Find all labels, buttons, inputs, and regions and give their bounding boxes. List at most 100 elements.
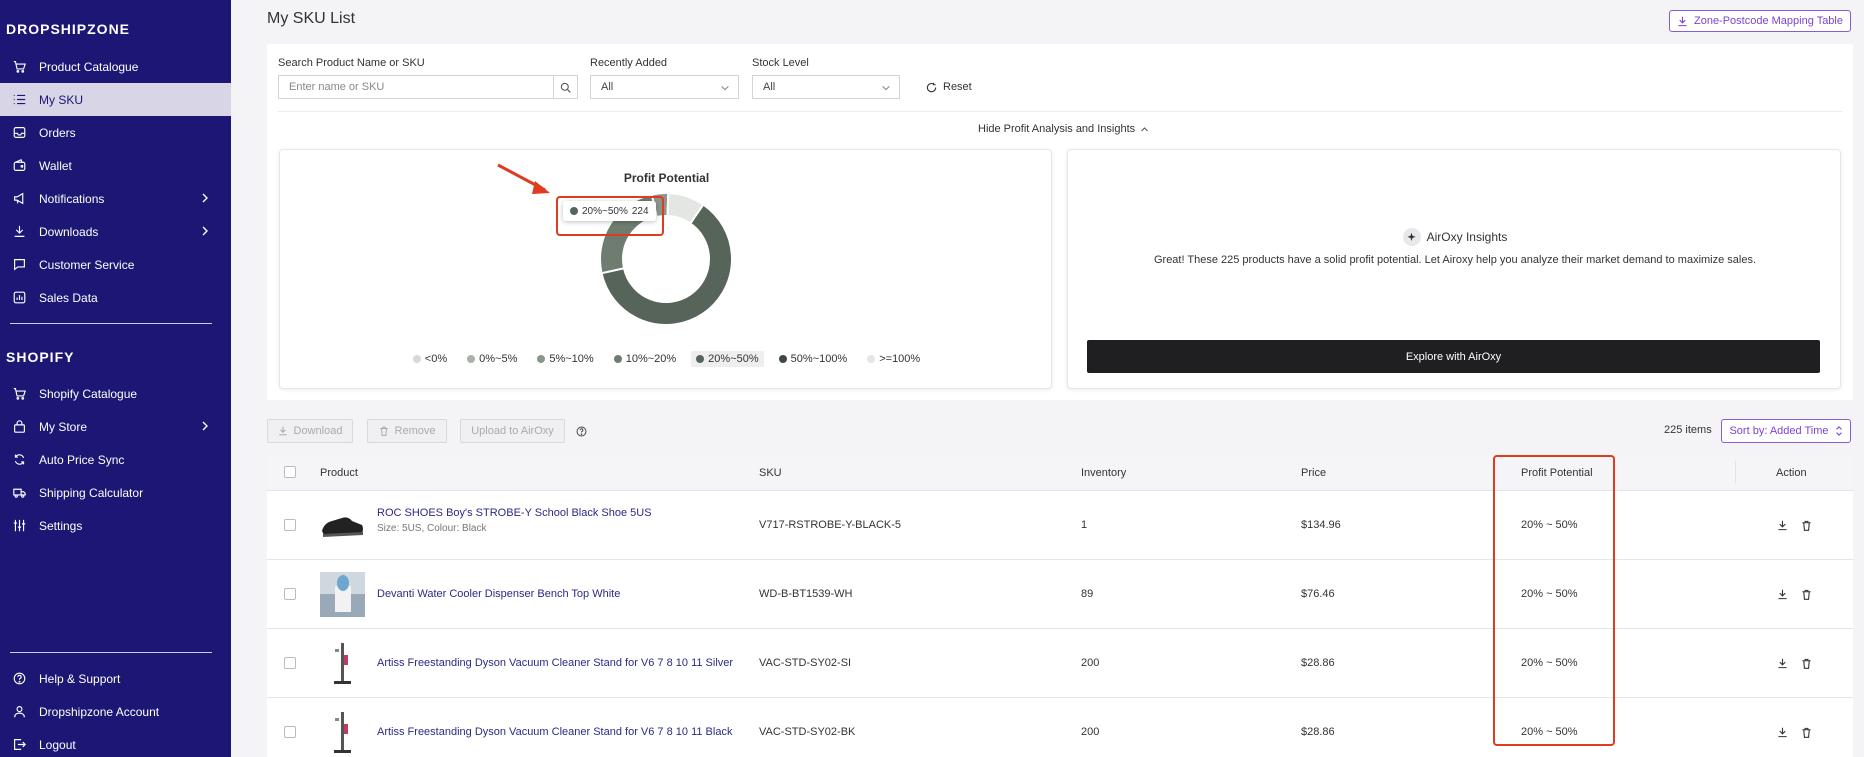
sidebar-item-auto-price-sync[interactable]: Auto Price Sync	[0, 443, 231, 476]
chart-legend: <0% 0%~5% 5%~10% 10%~20% 20%~50% 50%~100% >=10…	[280, 351, 1053, 367]
product-thumbnail-vacuum-stand	[334, 643, 351, 684]
sidebar-item-my-sku[interactable]: My SKU	[0, 83, 231, 116]
help-icon[interactable]	[576, 426, 587, 437]
inbox-icon	[10, 124, 28, 142]
search-button[interactable]	[553, 75, 578, 99]
product-cell: Artiss Freestanding Dyson Vacuum Cleaner…	[377, 657, 733, 669]
legend-item[interactable]: 50%~100%	[774, 351, 853, 367]
sidebar-divider	[10, 323, 212, 324]
download-icon[interactable]	[1777, 658, 1788, 669]
row-checkbox[interactable]	[284, 588, 296, 600]
sidebar-item-label: Shipping Calculator	[39, 485, 144, 500]
explore-airoxy-button[interactable]: Explore with AirOxy	[1087, 340, 1820, 373]
sidebar-item-label: Shopify Catalogue	[39, 386, 138, 401]
sidebar-item-wallet[interactable]: Wallet	[0, 149, 231, 182]
sidebar-item-my-store[interactable]: My Store	[0, 410, 231, 443]
remove-button[interactable]: Remove	[367, 419, 447, 443]
sidebar-item-label: Sales Data	[39, 290, 98, 305]
trash-icon[interactable]	[1801, 589, 1812, 600]
product-cell: Artiss Freestanding Dyson Vacuum Cleaner…	[377, 726, 732, 738]
legend-item[interactable]: >=100%	[862, 351, 925, 367]
download-icon[interactable]	[1777, 520, 1788, 531]
sidebar-item-logout[interactable]: Logout	[0, 728, 231, 757]
sidebar-item-account[interactable]: Dropshipzone Account	[0, 695, 231, 728]
sidebar-item-label: Logout	[39, 737, 76, 752]
user-icon	[10, 703, 28, 721]
stock-level-select[interactable]: All	[752, 75, 900, 99]
product-name-link[interactable]: ROC SHOES Boy's STROBE-Y School Black Sh…	[377, 507, 652, 519]
sidebar-item-notifications[interactable]: Notifications	[0, 182, 231, 215]
sidebar-item-shopify-catalogue[interactable]: Shopify Catalogue	[0, 377, 231, 410]
sort-icon	[1835, 426, 1842, 436]
sidebar-item-shipping-calculator[interactable]: Shipping Calculator	[0, 476, 231, 509]
chevron-down-icon	[721, 85, 729, 91]
search-icon	[560, 82, 571, 93]
row-checkbox[interactable]	[284, 657, 296, 669]
chevron-right-icon	[202, 421, 208, 431]
trash-icon	[379, 426, 388, 436]
sidebar-item-customer-service[interactable]: Customer Service	[0, 248, 231, 281]
product-cell: ROC SHOES Boy's STROBE-Y School Black Sh…	[377, 507, 652, 534]
recently-added-select[interactable]: All	[590, 75, 739, 99]
trash-icon[interactable]	[1801, 520, 1812, 531]
sort-select[interactable]: Sort by: Added Time	[1721, 419, 1851, 443]
truck-icon	[10, 484, 28, 502]
bar-chart-icon	[10, 289, 28, 307]
trash-icon[interactable]	[1801, 727, 1812, 738]
items-count: 225 items	[1664, 424, 1712, 436]
legend-item[interactable]: 10%~20%	[609, 351, 681, 367]
download-label: Download	[293, 425, 343, 437]
select-all-checkbox[interactable]	[284, 466, 296, 478]
download-icon[interactable]	[1777, 727, 1788, 738]
product-name-link[interactable]: Artiss Freestanding Dyson Vacuum Cleaner…	[377, 657, 733, 669]
recently-added-value: All	[601, 81, 614, 93]
sliders-icon	[10, 517, 28, 535]
search-input[interactable]: Enter name or SKU	[278, 75, 554, 99]
sidebar-item-label: My SKU	[39, 92, 84, 107]
brand-logo: DROPSHIPZONE	[6, 21, 131, 37]
sidebar: DROPSHIPZONE Product Catalogue My SKU Or…	[0, 0, 231, 757]
sidebar-item-orders[interactable]: Orders	[0, 116, 231, 149]
annotation-arrow	[497, 163, 550, 194]
legend-item[interactable]: 5%~10%	[532, 351, 598, 367]
chat-icon	[10, 256, 28, 274]
cart-icon	[10, 385, 28, 403]
sidebar-item-downloads[interactable]: Downloads	[0, 215, 231, 248]
sku-table: Product SKU Inventory Price Profit Poten…	[267, 455, 1853, 757]
price-cell: $76.46	[1301, 588, 1335, 600]
download-button[interactable]: Download	[267, 419, 353, 443]
header-price: Price	[1301, 466, 1327, 479]
product-variant: Size: 5US, Colour: Black	[377, 523, 487, 534]
legend-label: 20%~50%	[708, 353, 759, 365]
upload-airoxy-button[interactable]: Upload to AirOxy	[460, 419, 565, 443]
legend-item[interactable]: <0%	[408, 351, 452, 367]
table-row: Artiss Freestanding Dyson Vacuum Cleaner…	[267, 628, 1853, 697]
sidebar-item-help-support[interactable]: Help & Support	[0, 662, 231, 695]
download-icon	[1678, 16, 1687, 26]
toggle-insights-button[interactable]: Hide Profit Analysis and Insights	[978, 123, 1149, 135]
zone-postcode-mapping-button[interactable]: Zone-Postcode Mapping Table	[1669, 10, 1851, 32]
row-checkbox[interactable]	[284, 519, 296, 531]
sidebar-item-label: Auto Price Sync	[39, 452, 125, 467]
stock-level-value: All	[763, 81, 776, 93]
sidebar-item-settings[interactable]: Settings	[0, 509, 231, 542]
legend-item[interactable]: 20%~50%	[691, 351, 764, 367]
product-name-link[interactable]: Devanti Water Cooler Dispenser Bench Top…	[377, 588, 620, 600]
reset-button[interactable]: Reset	[926, 81, 972, 93]
sidebar-item-sales-data[interactable]: Sales Data	[0, 281, 231, 314]
download-icon	[10, 223, 28, 241]
inventory-cell: 200	[1081, 726, 1100, 738]
insights-text: Great! These 225 products have a solid p…	[1153, 254, 1757, 266]
inventory-cell: 1	[1081, 519, 1088, 531]
trash-icon[interactable]	[1801, 658, 1812, 669]
sidebar-item-product-catalogue[interactable]: Product Catalogue	[0, 50, 231, 83]
product-thumbnail-water-cooler	[320, 572, 365, 617]
search-label: Search Product Name or SKU	[278, 57, 425, 69]
legend-item[interactable]: 0%~5%	[462, 351, 522, 367]
row-checkbox[interactable]	[284, 726, 296, 738]
cart-icon	[10, 58, 28, 76]
download-icon[interactable]	[1777, 589, 1788, 600]
sidebar-item-label: Downloads	[39, 224, 99, 239]
shopify-heading: SHOPIFY	[6, 349, 75, 365]
product-name-link[interactable]: Artiss Freestanding Dyson Vacuum Cleaner…	[377, 726, 732, 738]
